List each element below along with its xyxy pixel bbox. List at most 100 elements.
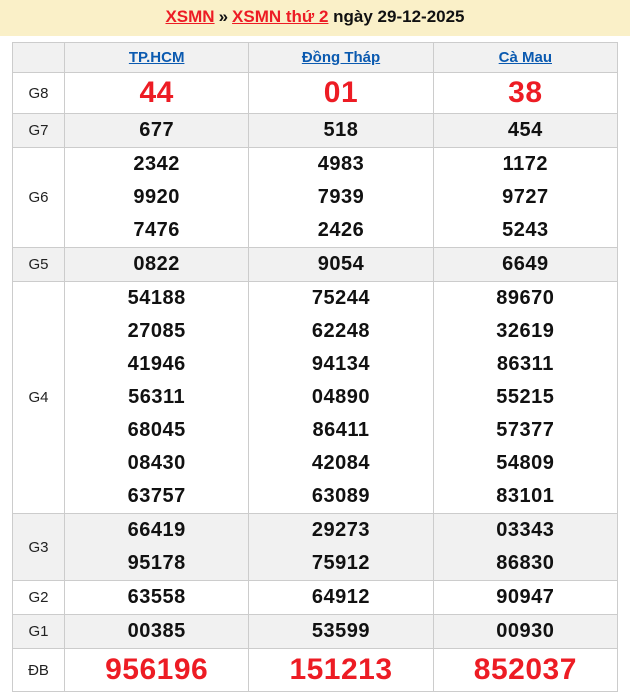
prize-number: 38	[508, 76, 543, 109]
prize-number: 00385	[127, 620, 186, 642]
prize-number: 68045	[127, 419, 186, 441]
prize-cell-g3-col0: 66419 95178	[63, 513, 250, 581]
column-header-dong-thap: Đồng Tháp	[248, 42, 434, 73]
prize-number: 5243	[502, 219, 549, 241]
prize-number: 03343	[496, 519, 555, 541]
prize-number: 2342	[133, 153, 180, 175]
prize-number: 55215	[496, 386, 555, 408]
prize-number: 90947	[496, 586, 555, 608]
prize-number: 95178	[127, 552, 186, 574]
prize-number: 01	[323, 76, 359, 109]
prize-number: 56311	[128, 386, 186, 408]
prize-number: 2426	[317, 219, 365, 241]
prize-cell-g6-col0: 2342 9920 7476	[63, 147, 250, 248]
prize-row-g1: G1 00385 53599 00930	[12, 614, 619, 649]
prize-cell-g2-col2: 90947	[432, 580, 619, 615]
prize-number: 63558	[127, 586, 186, 608]
prize-number: 94134	[311, 353, 371, 375]
prize-cell-g3-col2: 03343 86830	[432, 513, 619, 581]
prize-number: 64912	[311, 586, 371, 608]
corner-cell	[12, 42, 65, 73]
prize-number: 9054	[317, 253, 365, 275]
prize-label-g5: G5	[12, 247, 65, 282]
prize-label-g3: G3	[12, 513, 65, 581]
prize-number: 08430	[127, 452, 186, 474]
prize-label-g7: G7	[12, 113, 65, 148]
prize-cell-g1-col0: 00385	[63, 614, 250, 649]
prize-label-g6: G6	[12, 147, 65, 248]
prize-number: 1172	[502, 153, 549, 175]
prize-row-db: ĐB 956196 151213 852037	[12, 648, 619, 692]
prize-cell-g5-col1: 9054	[248, 247, 434, 282]
prize-number: 4983	[317, 153, 365, 175]
prize-row-g7: G7 677 518 454	[12, 113, 619, 148]
prize-number: 27085	[127, 320, 186, 342]
prize-number: 29273	[311, 519, 371, 541]
prize-cell-g2-col1: 64912	[248, 580, 434, 615]
prize-number: 83101	[496, 485, 555, 507]
prize-cell-g1-col2: 00930	[432, 614, 619, 649]
prize-number: 63757	[127, 485, 186, 507]
prize-number: 86311	[496, 353, 554, 375]
prize-label-db: ĐB	[12, 648, 65, 692]
prize-number: 75912	[311, 552, 371, 574]
prize-number: 956196	[105, 653, 209, 686]
page-title: XSMN» XSMN thứ 2 ngày 29-12-2025	[0, 0, 630, 36]
prize-label-g1: G1	[12, 614, 65, 649]
prize-cell-db-col2: 852037	[432, 648, 619, 692]
prize-number: 7939	[317, 186, 365, 208]
breadcrumb-separator: »	[218, 7, 229, 26]
xsmn-link[interactable]: XSMN	[165, 7, 214, 26]
prize-number: 852037	[473, 653, 577, 686]
prize-number: 89670	[496, 287, 555, 309]
prize-number: 42084	[311, 452, 371, 474]
prize-number: 54809	[496, 452, 555, 474]
prize-number: 54188	[127, 287, 186, 309]
prize-label-g2: G2	[12, 580, 65, 615]
province-link-ca-mau[interactable]: Cà Mau	[499, 49, 552, 66]
draw-date: ngày 29-12-2025	[333, 7, 465, 26]
prize-number: 41946	[127, 353, 186, 375]
prize-label-g8: G8	[12, 72, 65, 114]
column-header-tphcm: TP.HCM	[63, 42, 250, 73]
province-link-dong-thap[interactable]: Đồng Tháp	[302, 49, 380, 66]
prize-label-g4: G4	[12, 281, 65, 514]
prize-number: 6649	[502, 253, 549, 275]
prize-row-g8: G8 44 01 38	[12, 72, 619, 114]
prize-row-g2: G2 63558 64912 90947	[12, 580, 619, 615]
prize-number: 62248	[311, 320, 371, 342]
prize-number: 63089	[311, 485, 371, 507]
prize-cell-g4-col1: 75244 62248 94134 04890 86411 42084 63089	[248, 281, 434, 514]
prize-cell-g4-col0: 54188 27085 41946 56311 68045 08430 63757	[63, 281, 250, 514]
table-header-row: TP.HCM Đồng Tháp Cà Mau	[12, 42, 619, 73]
xsmn-day-link[interactable]: XSMN thứ 2	[232, 7, 328, 26]
prize-number: 66419	[127, 519, 186, 541]
prize-cell-db-col1: 151213	[248, 648, 434, 692]
results-panel: TP.HCM Đồng Tháp Cà Mau G8 44 01 38 G7 677 518…	[0, 36, 630, 694]
prize-cell-g6-col2: 1172 9727 5243	[432, 147, 619, 248]
prize-number: 0822	[133, 253, 180, 275]
prize-number: 44	[139, 76, 174, 109]
prize-number: 518	[323, 119, 359, 141]
prize-cell-g7-col1: 518	[248, 113, 434, 148]
prize-cell-g2-col0: 63558	[63, 580, 250, 615]
prize-row-g6: G6 2342 9920 7476 4983 7939 2426 1172 9727 5243	[12, 147, 619, 248]
prize-number: 9727	[502, 186, 549, 208]
prize-cell-g6-col1: 4983 7939 2426	[248, 147, 434, 248]
prize-cell-g1-col1: 53599	[248, 614, 434, 649]
prize-cell-g8-col2: 38	[432, 72, 619, 114]
prize-row-g5: G5 0822 9054 6649	[12, 247, 619, 282]
prize-cell-g8-col0: 44	[63, 72, 250, 114]
prize-number: 00930	[496, 620, 555, 642]
prize-cell-g5-col2: 6649	[432, 247, 619, 282]
prize-cell-db-col0: 956196	[63, 648, 250, 692]
prize-cell-g7-col2: 454	[432, 113, 619, 148]
prize-cell-g7-col0: 677	[63, 113, 250, 148]
prize-cell-g4-col2: 89670 32619 86311 55215 57377 54809 83101	[432, 281, 619, 514]
prize-number: 7476	[133, 219, 180, 241]
prize-number: 151213	[289, 653, 393, 686]
column-header-ca-mau: Cà Mau	[432, 42, 619, 73]
prize-number: 32619	[496, 320, 555, 342]
province-link-tphcm[interactable]: TP.HCM	[129, 49, 185, 66]
prize-number: 57377	[496, 419, 555, 441]
